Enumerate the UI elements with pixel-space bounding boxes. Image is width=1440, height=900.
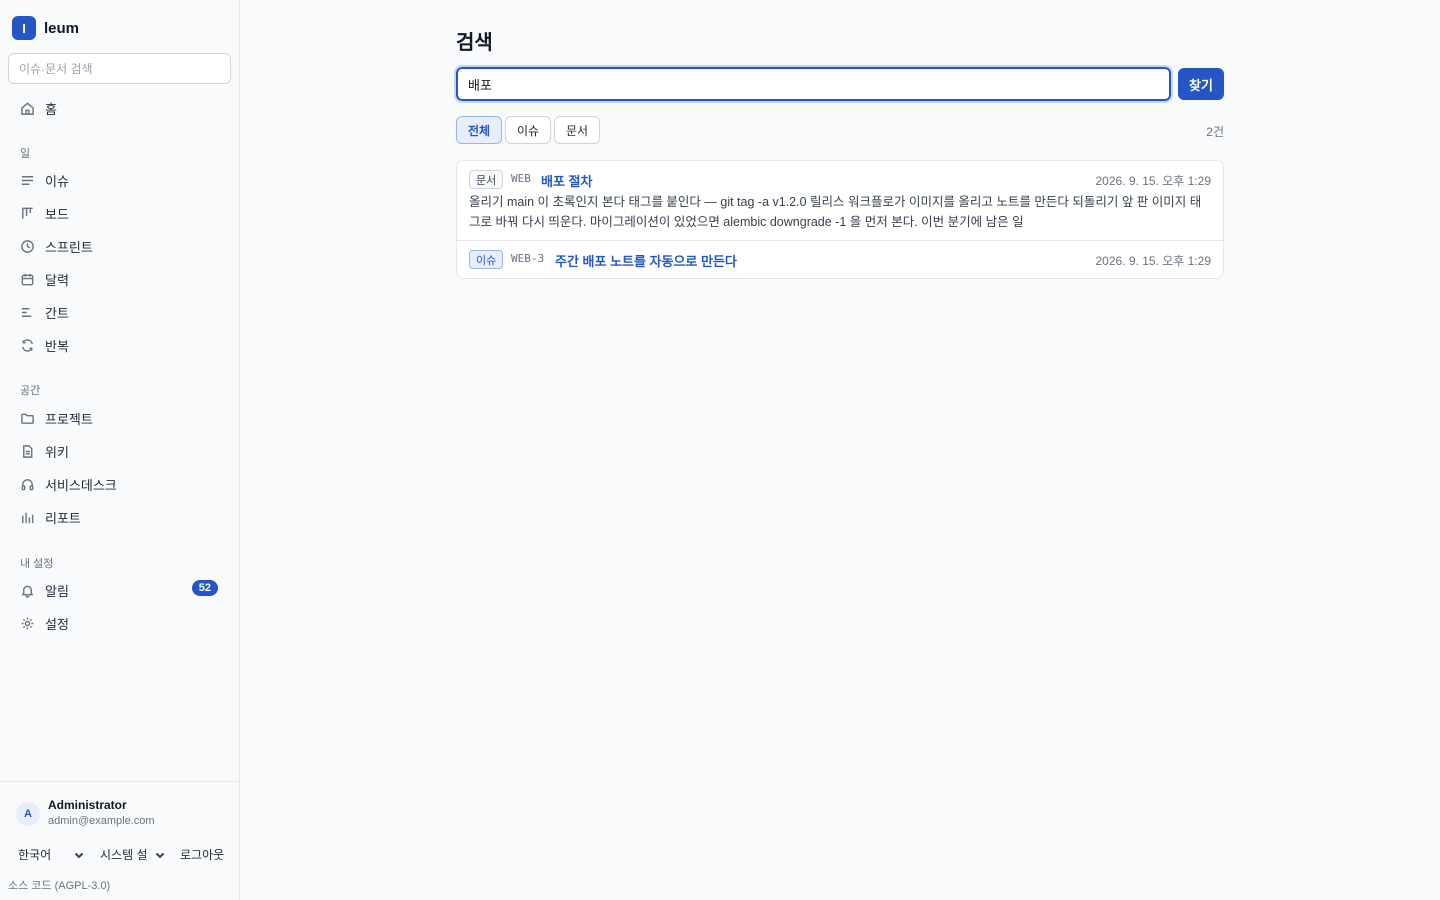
sidebar-item-label: 반복 <box>45 338 69 354</box>
sidebar-item-label: 보드 <box>45 206 69 222</box>
brand[interactable]: I leum <box>12 16 79 40</box>
sidebar-item-label: 간트 <box>45 305 69 321</box>
section-label-work: 일 <box>20 148 31 160</box>
find-button[interactable]: 찾기 <box>1178 68 1224 100</box>
result-key: WEB <box>511 172 531 185</box>
chevron-down-icon <box>74 852 84 858</box>
result-snippet: 올리기 main 이 초록인지 본다 태그를 붙인다 — git tag -a … <box>469 195 1202 229</box>
result-date: 2026. 9. 15. 오후 1:29 <box>1095 254 1212 268</box>
chevron-down-icon <box>155 852 164 858</box>
sidebar-item-label: 리포트 <box>45 510 81 526</box>
sidebar-item-sprint[interactable]: 스프린트 <box>12 231 228 261</box>
sidebar-item-servicedesk[interactable]: 서비스데스크 <box>12 469 228 499</box>
sidebar-item-label: 프로젝트 <box>45 411 93 427</box>
home-icon <box>21 101 34 115</box>
sidebar-item-notifications[interactable]: 알림 52 <box>12 575 228 605</box>
sidebar-item-wiki[interactable]: 위키 <box>12 436 228 466</box>
filter-tab-all[interactable]: 전체 <box>456 116 503 144</box>
brand-logo: I <box>12 16 36 40</box>
gear-icon <box>21 617 34 629</box>
list-icon <box>21 175 34 185</box>
user-email: admin@example.com <box>48 815 155 827</box>
result-count: 2건 <box>1206 125 1224 139</box>
repeat-icon <box>22 338 33 352</box>
sidebar-item-label: 달력 <box>45 272 69 288</box>
notification-count-badge: 52 <box>191 580 218 596</box>
sidebar-item-projects[interactable]: 프로젝트 <box>12 403 228 433</box>
calendar-icon <box>21 273 34 285</box>
bell-icon <box>21 585 34 598</box>
sidebar-search-input[interactable] <box>8 53 231 84</box>
main-content: 검색 찾기 전체 이슈 문서 2건 문서 WEB 배포 절차 2026. 9. … <box>240 0 1440 900</box>
theme-select-value: 시스템 설 <box>100 848 148 862</box>
sidebar-item-home[interactable]: 홈 <box>12 93 228 123</box>
sidebar-item-label: 홈 <box>45 101 57 117</box>
sidebar-item-label: 설정 <box>45 616 69 632</box>
clock-icon <box>21 239 34 253</box>
sidebar: I leum 홈 일 이슈 보드 스프린트 달력 간트 반복 공간 프로젝트 위… <box>0 0 240 900</box>
search-result-item[interactable]: 문서 WEB 배포 절차 2026. 9. 15. 오후 1:29 올리기 ma… <box>457 161 1223 241</box>
filter-tab-documents[interactable]: 문서 <box>554 116 601 144</box>
result-title-link[interactable]: 배포 절차 <box>541 171 592 190</box>
result-type-badge: 문서 <box>469 170 504 189</box>
search-results: 문서 WEB 배포 절차 2026. 9. 15. 오후 1:29 올리기 ma… <box>456 160 1224 279</box>
search-input[interactable] <box>454 65 1173 103</box>
document-icon <box>23 444 33 458</box>
source-code-link[interactable]: 소스 코드 (AGPL-3.0) <box>8 877 110 893</box>
language-select[interactable]: 한국어 <box>18 846 85 863</box>
search-result-item[interactable]: 이슈 WEB-3 주간 배포 노트를 자동으로 만든다 2026. 9. 15.… <box>457 241 1223 278</box>
sidebar-item-label: 알림 <box>45 583 69 599</box>
section-label-my-settings: 내 설정 <box>20 558 54 570</box>
sidebar-item-reports[interactable]: 리포트 <box>12 502 228 532</box>
board-icon <box>22 207 33 219</box>
result-date: 2026. 9. 15. 오후 1:29 <box>1095 174 1212 188</box>
sidebar-item-gantt[interactable]: 간트 <box>12 297 228 327</box>
sidebar-item-board[interactable]: 보드 <box>12 198 228 228</box>
sidebar-item-repeat[interactable]: 반복 <box>12 330 228 360</box>
language-select-value: 한국어 <box>18 848 52 862</box>
section-label-space: 공간 <box>20 385 41 397</box>
result-title-link[interactable]: 주간 배포 노트를 자동으로 만든다 <box>555 251 737 270</box>
user-name: Administrator <box>48 798 127 812</box>
bar-chart-icon <box>22 512 34 523</box>
sidebar-item-label: 이슈 <box>45 173 69 189</box>
headset-icon <box>21 478 34 490</box>
logout-button[interactable]: 로그아웃 <box>180 846 224 863</box>
avatar[interactable]: A <box>16 802 40 826</box>
result-type-badge: 이슈 <box>469 250 504 269</box>
page-title: 검색 <box>456 32 493 54</box>
sidebar-footer: A Administrator admin@example.com 한국어 시스… <box>0 781 239 900</box>
gantt-icon <box>21 307 32 317</box>
sidebar-item-label: 스프린트 <box>45 239 93 255</box>
folder-icon <box>21 413 34 424</box>
sidebar-item-calendar[interactable]: 달력 <box>12 264 228 294</box>
sidebar-item-settings[interactable]: 설정 <box>12 608 228 638</box>
sidebar-item-label: 위키 <box>45 444 69 460</box>
theme-select[interactable]: 시스템 설 <box>100 846 166 863</box>
filter-tab-issues[interactable]: 이슈 <box>505 116 552 144</box>
sidebar-item-label: 서비스데스크 <box>45 477 117 493</box>
brand-name: leum <box>44 19 80 37</box>
sidebar-item-issues[interactable]: 이슈 <box>12 165 228 195</box>
result-key: WEB-3 <box>511 252 545 265</box>
